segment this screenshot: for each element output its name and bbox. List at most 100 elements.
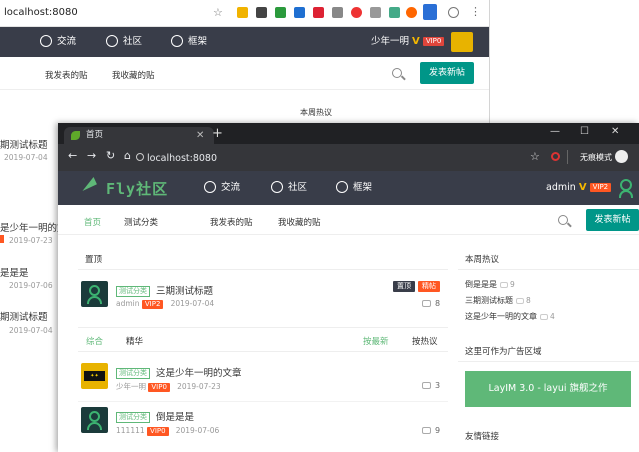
bg-post-title[interactable]: 期测试标题 bbox=[0, 137, 48, 151]
extension-icon[interactable] bbox=[275, 7, 286, 18]
new-post-button[interactable]: 发表新帖 bbox=[420, 62, 474, 84]
comment-icon bbox=[422, 382, 431, 389]
extension-icon[interactable] bbox=[406, 7, 417, 18]
nav-item-community[interactable]: 社区 bbox=[271, 171, 307, 205]
bg-post-title[interactable]: 是是是 bbox=[0, 265, 29, 279]
hot-post-link[interactable]: 这是少年一明的文章 4 bbox=[465, 311, 555, 322]
nav-item-community[interactable]: 社区 bbox=[106, 27, 142, 57]
divider bbox=[78, 351, 448, 352]
pinned-section-title: 置顶 bbox=[85, 255, 103, 265]
extension-icon[interactable] bbox=[294, 7, 305, 18]
user-name[interactable]: admin V VIP2 bbox=[546, 171, 612, 205]
extension-icon[interactable] bbox=[256, 7, 267, 18]
my-favs-link[interactable]: 我收藏的贴 bbox=[278, 216, 321, 228]
ad-section-title: 这里可作为广告区域 bbox=[465, 347, 542, 357]
close-window-icon[interactable]: ✕ bbox=[611, 126, 619, 137]
maximize-icon[interactable]: ☐ bbox=[580, 126, 589, 137]
author-avatar[interactable]: ✦✦ bbox=[81, 363, 108, 389]
category-badge[interactable]: 测试分类 bbox=[116, 412, 150, 423]
filter-best[interactable]: 精华 bbox=[126, 335, 143, 347]
hot-post-link[interactable]: 倒是是是 9 bbox=[465, 279, 515, 290]
divider bbox=[78, 401, 448, 402]
comment-icon bbox=[539, 314, 548, 320]
category-badge[interactable]: 测试分类 bbox=[116, 368, 150, 379]
extension-icon[interactable] bbox=[313, 7, 324, 18]
divider bbox=[78, 327, 448, 328]
user-avatar[interactable] bbox=[451, 32, 473, 52]
comment-icon bbox=[515, 298, 524, 304]
close-tab-icon[interactable]: ✕ bbox=[196, 127, 204, 144]
comment-count: 4 bbox=[539, 312, 555, 321]
nav-item-framework[interactable]: 框架 bbox=[336, 171, 372, 205]
comment-count: 9 bbox=[422, 426, 440, 435]
user-name[interactable]: 少年一明 V VIP0 bbox=[371, 27, 445, 57]
reload-icon[interactable]: ↻ bbox=[106, 149, 115, 162]
featured-tag: 精帖 bbox=[418, 281, 440, 292]
vip-badge: VIP0 bbox=[147, 426, 169, 436]
nav-item-exchange[interactable]: 交流 bbox=[40, 27, 76, 57]
category-badge[interactable]: 测试分类 bbox=[116, 286, 150, 297]
comment-count: 8 bbox=[422, 299, 440, 308]
chat-icon bbox=[204, 180, 216, 193]
filter-all[interactable]: 综合 bbox=[86, 335, 103, 347]
nav-item-framework[interactable]: 框架 bbox=[171, 27, 207, 57]
extension-icon[interactable] bbox=[423, 4, 437, 20]
vip-badge: VIP0 bbox=[422, 37, 445, 46]
my-posts-link[interactable]: 我发表的贴 bbox=[45, 69, 88, 81]
profile-icon[interactable] bbox=[448, 7, 459, 18]
url-text[interactable]: localhost:8080 bbox=[147, 153, 217, 164]
friend-links-title: 友情链接 bbox=[465, 432, 500, 442]
info-icon[interactable] bbox=[136, 153, 144, 161]
bg-post-title[interactable]: 期测试标题 bbox=[0, 309, 48, 323]
divider bbox=[567, 150, 568, 164]
sort-by-hot[interactable]: 按热议 bbox=[412, 335, 438, 347]
ad-banner-layim[interactable]: LayIM 3.0 - layui 旗舰之作 bbox=[465, 371, 631, 407]
community-icon bbox=[271, 180, 283, 193]
sub-nav-test-category[interactable]: 测试分类 bbox=[124, 216, 158, 228]
author-avatar[interactable] bbox=[81, 407, 108, 433]
bg-post-date: 2019-07-23 bbox=[9, 236, 53, 245]
extension-icon[interactable] bbox=[332, 7, 343, 18]
sub-nav: 首页 测试分类 我发表的贴 我收藏的贴 发表新帖 bbox=[58, 205, 639, 235]
foreground-browser-window: 首页 ✕ + — ☐ ✕ ← → ↻ ⌂ localhost:8080 ☆ 无痕… bbox=[58, 123, 639, 452]
search-icon[interactable] bbox=[558, 215, 568, 225]
forward-arrow-icon[interactable]: → bbox=[87, 149, 96, 162]
ui-icon bbox=[336, 180, 348, 193]
author-avatar[interactable] bbox=[81, 281, 108, 307]
menu-dots-icon[interactable]: ⋮ bbox=[470, 5, 481, 18]
extension-icon[interactable] bbox=[370, 7, 381, 18]
my-posts-link[interactable]: 我发表的贴 bbox=[210, 216, 253, 228]
bookmark-star-icon[interactable]: ☆ bbox=[530, 150, 540, 163]
bg-url-text[interactable]: localhost:8080 bbox=[4, 7, 78, 18]
post-title-row[interactable]: 测试分类 这是少年一明的文章 bbox=[116, 365, 242, 379]
leaf-favicon-icon bbox=[71, 131, 80, 140]
vip-badge: VIP2 bbox=[589, 183, 612, 192]
back-arrow-icon[interactable]: ← bbox=[68, 149, 77, 162]
post-title-row[interactable]: 测试分类 三期测试标题 bbox=[116, 283, 213, 297]
extension-icon[interactable] bbox=[551, 152, 560, 161]
site-logo[interactable]: Fly社区 bbox=[106, 178, 168, 199]
post-title-row[interactable]: 测试分类 倒是是是 bbox=[116, 409, 194, 423]
bookmark-star-icon[interactable]: ☆ bbox=[213, 6, 223, 19]
chat-icon bbox=[40, 34, 52, 47]
hot-post-link[interactable]: 三期测试标题 8 bbox=[465, 295, 531, 306]
home-icon[interactable]: ⌂ bbox=[124, 149, 131, 162]
extension-icon[interactable] bbox=[389, 7, 400, 18]
tab-home[interactable]: 首页 ✕ bbox=[64, 127, 214, 144]
new-post-button[interactable]: 发表新帖 bbox=[586, 209, 639, 231]
post-meta: admin VIP2 2019-07-04 bbox=[116, 299, 215, 309]
new-tab-icon[interactable]: + bbox=[212, 126, 223, 141]
sub-nav-home[interactable]: 首页 bbox=[84, 216, 101, 228]
incognito-icon[interactable] bbox=[615, 150, 628, 163]
sort-by-new[interactable]: 按最新 bbox=[363, 335, 389, 347]
community-icon bbox=[106, 34, 118, 47]
my-favs-link[interactable]: 我收藏的贴 bbox=[112, 69, 155, 81]
post-meta: 111111 VIP0 2019-07-06 bbox=[116, 426, 220, 436]
minimize-icon[interactable]: — bbox=[550, 126, 560, 137]
bg-post-title[interactable]: 是少年一明的文 bbox=[0, 220, 67, 234]
nav-item-exchange[interactable]: 交流 bbox=[204, 171, 240, 205]
extension-icon[interactable] bbox=[237, 7, 248, 18]
extension-icon[interactable] bbox=[351, 7, 362, 18]
incognito-label[interactable]: 无痕模式 bbox=[580, 152, 612, 163]
search-icon[interactable] bbox=[392, 68, 402, 78]
